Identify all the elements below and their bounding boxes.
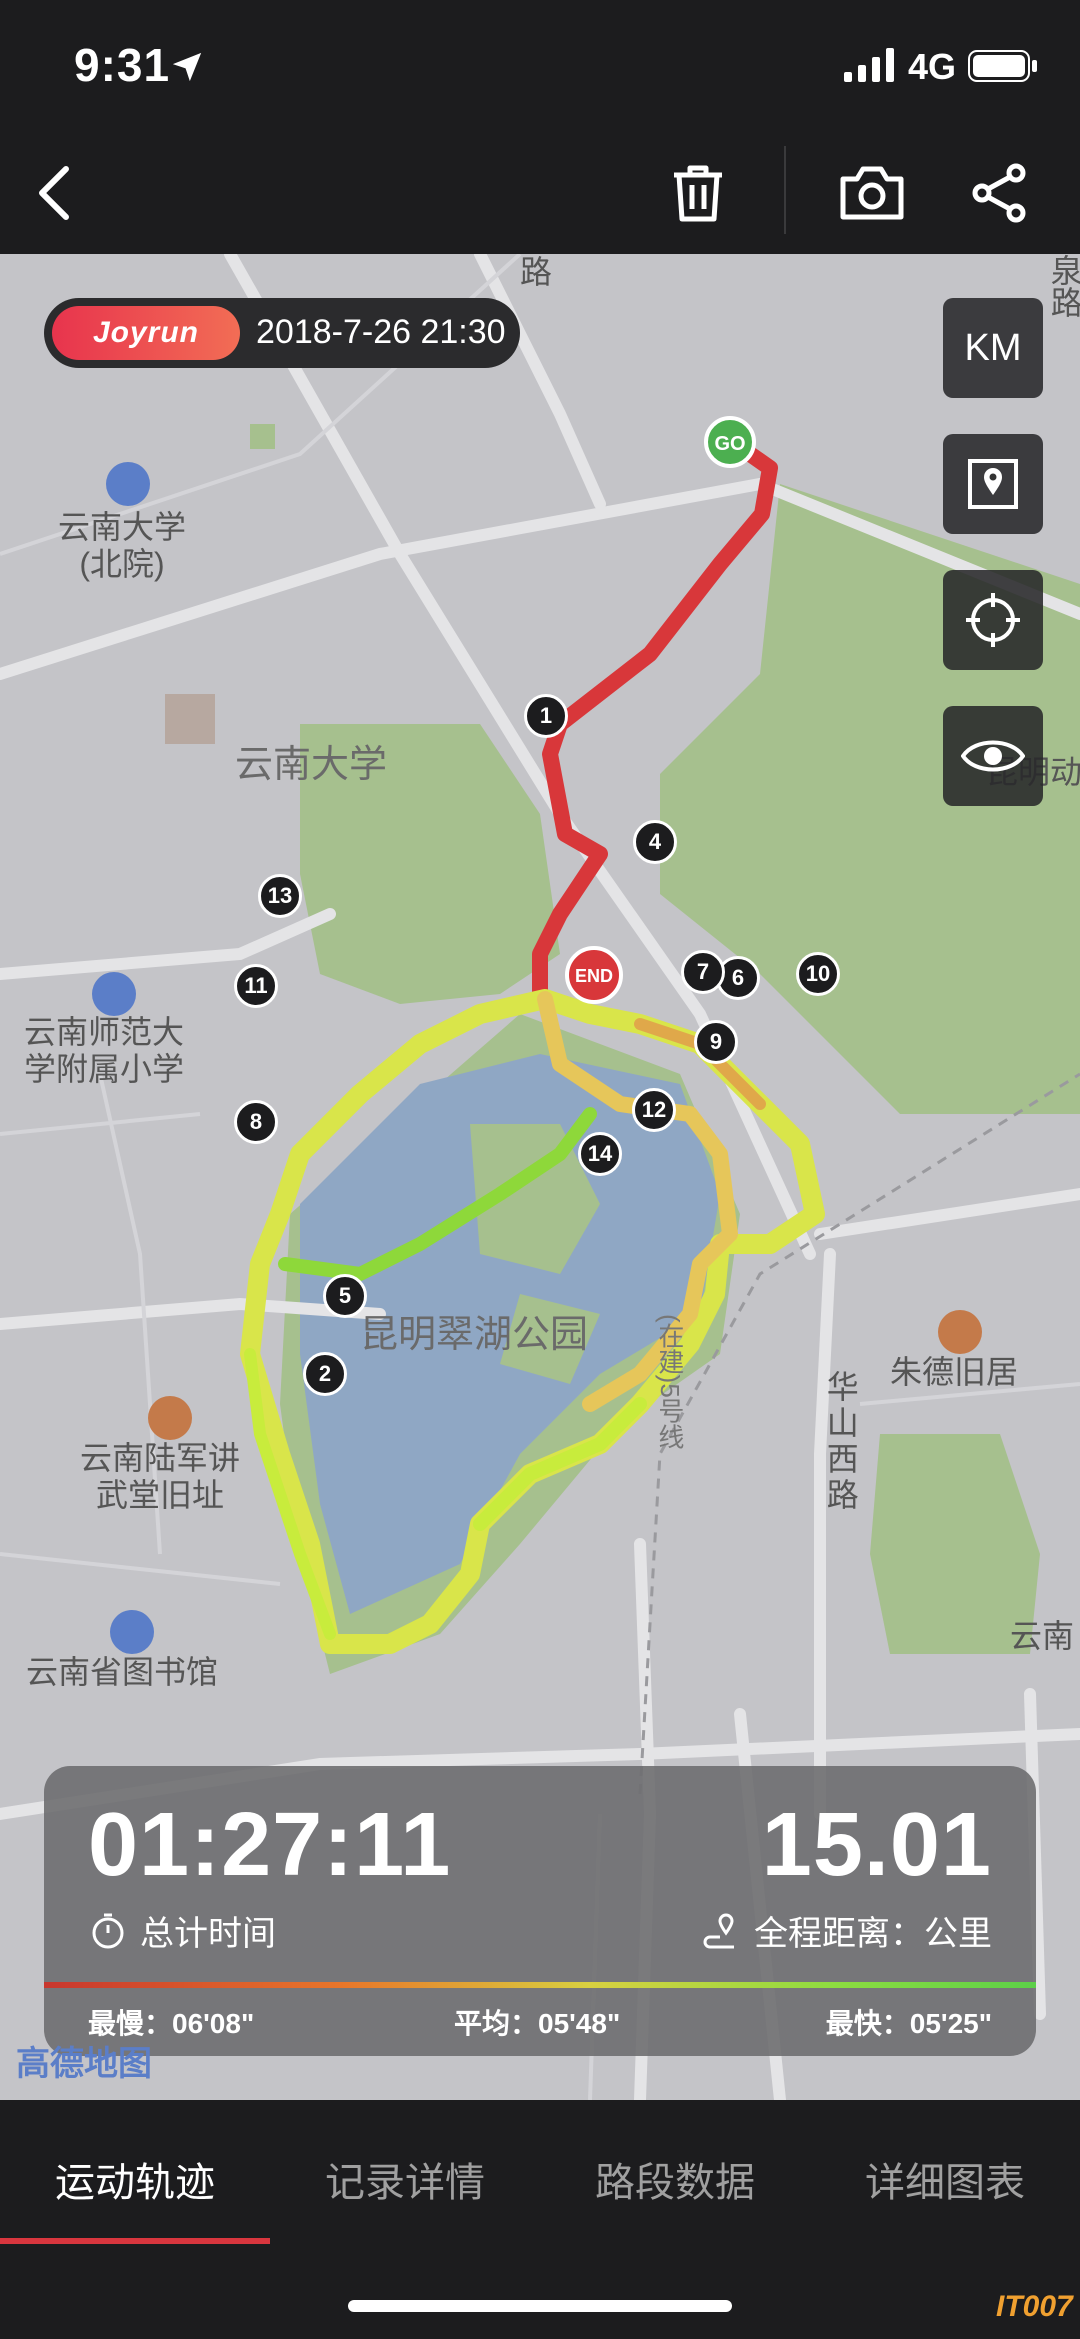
run-date: 2018-7-26 21:30 xyxy=(256,313,506,351)
trash-icon xyxy=(674,165,722,222)
run-stats-card: 01:27:11 15.01 总计时间 全程距离：公里 最慢：06'08" 平均… xyxy=(44,1766,1036,2056)
map-pin-icon xyxy=(968,459,1018,509)
library-icon xyxy=(110,1610,154,1654)
label-yunnan-university: 云南大学 xyxy=(235,744,388,786)
tab-record-details[interactable]: 记录详情 xyxy=(270,2150,540,2208)
status-bar: 9:31 4G xyxy=(0,0,1080,130)
km-marker-12: 12 xyxy=(632,1088,676,1132)
total-distance: 15.01 xyxy=(761,1795,992,1895)
recenter-button[interactable] xyxy=(943,570,1043,670)
km-marker-2: 2 xyxy=(303,1352,347,1396)
km-marker-7: 7 xyxy=(681,950,725,994)
km-marker-1: 1 xyxy=(524,694,568,738)
visibility-toggle-button[interactable] xyxy=(943,706,1043,806)
map-style-button[interactable] xyxy=(943,434,1043,534)
km-marker-8: 8 xyxy=(234,1100,278,1144)
signal-icon xyxy=(844,48,894,82)
nav-bar xyxy=(0,130,1080,254)
back-button[interactable] xyxy=(16,155,92,231)
active-tab-indicator xyxy=(0,2238,270,2244)
bottom-tab-bar: 运动轨迹 记录详情 路段数据 详细图表 IT007 xyxy=(0,2100,1080,2339)
museum-icon xyxy=(148,1396,192,1440)
label-metro-line: (在建)5号线 xyxy=(654,1314,685,1450)
camera-button[interactable] xyxy=(834,155,910,231)
end-marker-label: END xyxy=(575,966,613,986)
tab-segment-data[interactable]: 路段数据 xyxy=(540,2150,810,2208)
km-marker-4: 4 xyxy=(633,820,677,864)
start-marker: GO xyxy=(704,416,756,468)
fastest-pace: 最快：05'25" xyxy=(825,2008,992,2039)
network-type: 4G xyxy=(908,46,957,87)
total-duration: 01:27:11 xyxy=(88,1795,452,1895)
museum-icon xyxy=(938,1310,982,1354)
end-marker: END xyxy=(565,946,623,1004)
label-edge-right-bottom: 云南 xyxy=(1010,1618,1075,1654)
pace-gradient-bar xyxy=(44,1982,1036,1988)
km-marker-13: 13 xyxy=(258,874,302,918)
crosshair-icon xyxy=(966,593,1020,647)
label-zhude-residence: 朱德旧居 xyxy=(890,1354,1019,1390)
route-map[interactable]: 云南大学 (北院) 云南大学 云南师范大 学附属小学 云南陆军讲 武堂旧址 云南省图书… xyxy=(0,254,1080,2100)
watermark: IT007 xyxy=(996,2290,1073,2323)
label-library: 云南省图书馆 xyxy=(26,1654,219,1690)
km-marker-9: 9 xyxy=(694,1020,738,1064)
distance-label: 全程距离：公里 xyxy=(754,1915,992,1953)
delete-button[interactable] xyxy=(660,155,736,231)
chevron-left-icon xyxy=(39,166,69,220)
location-arrow-icon xyxy=(172,52,202,82)
label-normal-school: 云南师范大 学附属小学 xyxy=(24,1014,185,1087)
duration-label-row: 总计时间 xyxy=(88,1906,276,1955)
label-military-academy: 云南陆军讲 武堂旧址 xyxy=(80,1440,241,1513)
battery-icon xyxy=(968,50,1037,82)
run-date-pill: Joyrun 2018-7-26 21:30 xyxy=(44,298,520,368)
share-button[interactable] xyxy=(962,155,1038,231)
km-marker-14: 14 xyxy=(578,1132,622,1176)
stopwatch-icon xyxy=(92,1913,124,1948)
label-edge-right-top: 泉路 xyxy=(1046,254,1080,318)
share-icon xyxy=(972,163,1026,223)
tab-track[interactable]: 运动轨迹 xyxy=(0,2150,270,2208)
distance-label-row: 全程距离：公里 xyxy=(702,1906,992,1955)
average-pace: 平均：05'48" xyxy=(454,2008,621,2039)
km-marker-10: 10 xyxy=(796,952,840,996)
unit-toggle-button[interactable]: KM xyxy=(943,298,1043,398)
route-pin-icon xyxy=(703,1913,734,1948)
label-yunnan-university-north: 云南大学 (北院) xyxy=(58,509,187,582)
camera-icon xyxy=(840,166,904,220)
km-marker-11: 11 xyxy=(234,964,278,1008)
label-huashan-road: 华山西路 xyxy=(822,1370,859,1514)
label-cuihu-park: 昆明翠湖公园 xyxy=(360,1314,589,1356)
amap-logo: 高德地图 xyxy=(16,2045,152,2083)
school-icon xyxy=(106,462,150,506)
eye-icon xyxy=(961,740,1025,772)
status-time: 9:31 xyxy=(74,39,171,91)
label-road-top: 路 xyxy=(520,254,553,290)
duration-label: 总计时间 xyxy=(140,1915,276,1953)
school-icon xyxy=(92,972,136,1016)
start-marker-label: GO xyxy=(714,433,745,455)
nav-divider xyxy=(784,146,786,234)
km-marker-5: 5 xyxy=(323,1274,367,1318)
joyrun-brand-tag: Joyrun xyxy=(52,306,240,360)
tab-detail-charts[interactable]: 详细图表 xyxy=(810,2150,1080,2208)
home-indicator[interactable] xyxy=(348,2300,732,2312)
